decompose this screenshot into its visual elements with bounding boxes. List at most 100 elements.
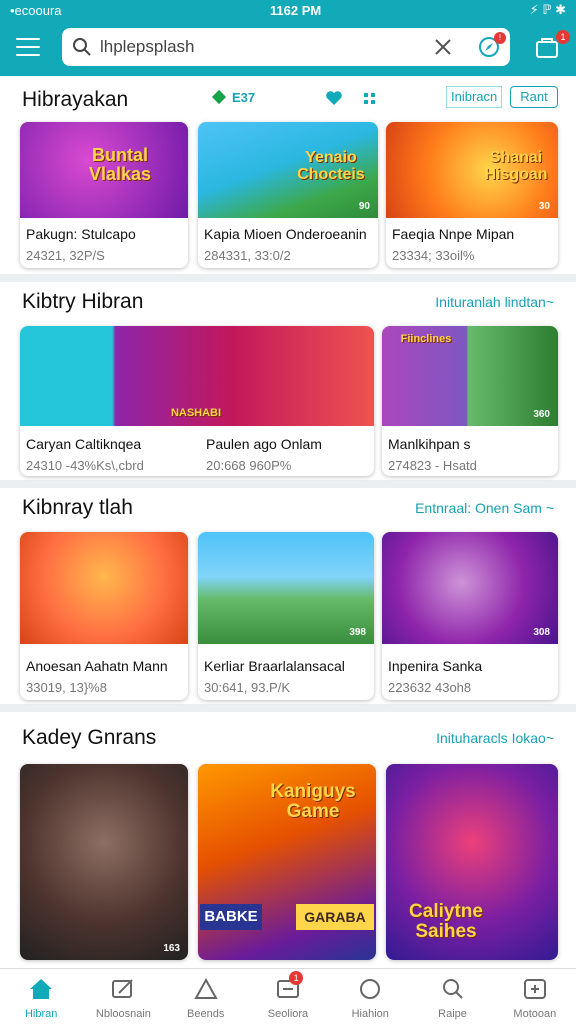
thumb-title: Yenaio Chocteis xyxy=(297,149,365,183)
game-card[interactable]: Anoesan Aahatn Mann 33019, 13}%8 xyxy=(20,532,188,700)
main-content[interactable]: Hibrayakan E37 Inibracn Rant Buntal Vlal… xyxy=(0,76,576,968)
search-icon xyxy=(73,38,91,56)
see-more-link[interactable]: Inituranlah lindtan~ xyxy=(435,294,554,310)
search-input[interactable] xyxy=(100,37,434,57)
status-bar: •ecooura 1162 PM ⚡ ℙ ✱ xyxy=(0,0,576,20)
card-title: Inpenira Sanka xyxy=(388,658,483,674)
game-thumbnail xyxy=(20,532,188,644)
card-meta: 24321, 32P/S xyxy=(26,248,105,263)
rank-chip[interactable]: Rant xyxy=(510,86,558,108)
search-badge: ! xyxy=(494,32,506,44)
see-more-link[interactable]: Inituharacls Iokao~ xyxy=(436,730,554,746)
carrier-label: •ecooura xyxy=(10,2,62,18)
triangle-icon xyxy=(194,977,218,999)
game-thumbnail: Caliytne Saihes xyxy=(386,764,558,960)
section-title: Kadey Gnrans xyxy=(22,726,157,749)
nav-messages[interactable]: 1 Seoliora xyxy=(247,969,329,1024)
cart-button[interactable]: 1 xyxy=(534,30,570,64)
thumb-title: Caliytne Saihes xyxy=(409,901,483,942)
card-meta: 274823 - Hsatd xyxy=(388,458,477,473)
top-bar: ! 1 xyxy=(0,20,576,76)
thumb-title: Shanai Hisgoan xyxy=(484,149,548,183)
card-meta: 24310 -43%Ks\,cbrd xyxy=(26,458,144,473)
heart-icon[interactable] xyxy=(325,90,343,111)
clock: 1162 PM xyxy=(269,2,322,18)
game-thumbnail: Fiinclines 360 xyxy=(382,326,558,426)
nav-label: Beends xyxy=(187,1008,225,1020)
section-games: Kadey Gnrans Inituharacls Iokao~ 163 Kan… xyxy=(0,712,576,968)
card-title: Kapia Mioen Onderoeanin xyxy=(204,226,367,242)
console-icon xyxy=(523,979,546,999)
nav-notes[interactable]: Nbloosnain xyxy=(82,969,164,1024)
section-trending: Kibnray tlah Entnraal: Onen Sam ~ Anoesa… xyxy=(0,488,576,704)
game-thumbnail: Yenaio Chocteis 90 xyxy=(198,122,378,218)
game-banner: GARABA xyxy=(296,904,374,930)
circle-icon xyxy=(360,979,381,999)
home-icon xyxy=(30,979,53,999)
gem-icon xyxy=(211,89,227,105)
card-title: Kerliar Braarlalansacal xyxy=(204,658,345,674)
game-card-wide[interactable]: NASHABI Caryan Caltiknqea 24310 -43%Ks\,… xyxy=(20,326,374,476)
game-card[interactable]: 163 xyxy=(20,764,188,960)
card-title: Faeqia Nnpe Mipan xyxy=(392,226,515,242)
nav-label: Motooan xyxy=(513,1008,557,1020)
nav-hiahion[interactable]: Hiahion xyxy=(329,969,411,1024)
game-card[interactable]: 398 Kerliar Braarlalansacal 30:641, 93.P… xyxy=(198,532,374,700)
stat-label: E37 xyxy=(211,89,256,105)
card-title: Pakugn: Stulcapo xyxy=(26,226,136,242)
game-card[interactable]: Yenaio Chocteis 90 Kapia Mioen Onderoean… xyxy=(198,122,378,268)
card-meta: 20:668 960P% xyxy=(206,458,292,473)
nav-badge: 1 xyxy=(289,971,304,985)
game-card[interactable]: Kaniguys Game BABKE GARABA xyxy=(198,764,376,960)
voice-button[interactable]: ! xyxy=(478,32,506,58)
search-icon xyxy=(442,979,463,999)
nav-label: Nbloosnain xyxy=(95,1008,151,1020)
game-card[interactable]: Fiinclines 360 Manlkihpan s 274823 - Hsa… xyxy=(382,326,558,476)
thumb-title: Kaniguys Game xyxy=(270,781,356,822)
filter-chip[interactable]: Inibracn xyxy=(446,86,503,108)
search-bar[interactable]: ! xyxy=(62,28,510,66)
bottom-nav: Hibran Nbloosnain Beends 1 Seoliora Hiah… xyxy=(0,968,576,1024)
nav-beends[interactable]: Beends xyxy=(165,969,247,1024)
thumb-title: Fiinclines xyxy=(400,333,452,345)
card-meta: 30:641, 93.P/K xyxy=(204,680,291,695)
section-title: Hibrayakan xyxy=(22,88,129,111)
see-more-link[interactable]: Entnraal: Onen Sam ~ xyxy=(415,500,554,516)
cart-badge: 1 xyxy=(556,30,570,44)
game-card[interactable]: Shanai Hisgoan 30 Faeqia Nnpe Mipan 2333… xyxy=(386,122,558,268)
card-meta: 284331, 33:0/2 xyxy=(204,248,291,263)
card-title: Caryan Caltiknqea xyxy=(26,436,142,452)
nav-home[interactable]: Hibran xyxy=(0,969,82,1024)
nav-label: Hibran xyxy=(24,1008,58,1020)
thumb-title: NASHABI xyxy=(170,407,222,419)
stat-value: E37 xyxy=(232,90,256,105)
thumb-title: Buntal Vlalkas xyxy=(88,145,152,184)
clear-icon[interactable] xyxy=(434,38,452,56)
card-title: Manlkihpan s xyxy=(388,436,471,452)
game-thumbnail: 398 xyxy=(198,532,374,644)
section-title: Kibtry Hibran xyxy=(22,290,144,313)
game-thumbnail: Kaniguys Game BABKE GARABA xyxy=(198,764,376,960)
nav-motooan[interactable]: Motooan xyxy=(494,969,576,1024)
menu-icon[interactable] xyxy=(16,38,40,56)
card-title: Paulen ago Onlam xyxy=(206,436,322,452)
card-meta: 223632 43oh8 xyxy=(388,680,472,695)
card-tag: 30 xyxy=(538,201,550,212)
section-title: Kibnray tlah xyxy=(22,496,133,519)
grid-icon[interactable] xyxy=(364,92,376,110)
nav-search[interactable]: Raipe xyxy=(411,969,493,1024)
status-icons: ⚡ ℙ ✱ xyxy=(529,2,566,17)
game-card[interactable]: Caliytne Saihes xyxy=(386,764,558,960)
game-thumbnail: 308 xyxy=(382,532,558,644)
nav-label: Raipe xyxy=(438,1008,467,1020)
nav-label: Seoliora xyxy=(267,1008,309,1020)
game-thumbnail: Shanai Hisgoan 30 xyxy=(386,122,558,218)
game-banner: BABKE xyxy=(200,904,262,930)
game-thumbnail: 163 xyxy=(20,764,188,960)
section-library: Kibtry Hibran Inituranlah lindtan~ NASHA… xyxy=(0,282,576,480)
game-thumbnail: Buntal Vlalkas xyxy=(20,122,188,218)
game-card[interactable]: Buntal Vlalkas Pakugn: Stulcapo 24321, 3… xyxy=(20,122,188,268)
game-card[interactable]: 308 Inpenira Sanka 223632 43oh8 xyxy=(382,532,558,700)
game-thumbnail: NASHABI xyxy=(20,326,374,426)
card-tag: 398 xyxy=(349,627,366,638)
